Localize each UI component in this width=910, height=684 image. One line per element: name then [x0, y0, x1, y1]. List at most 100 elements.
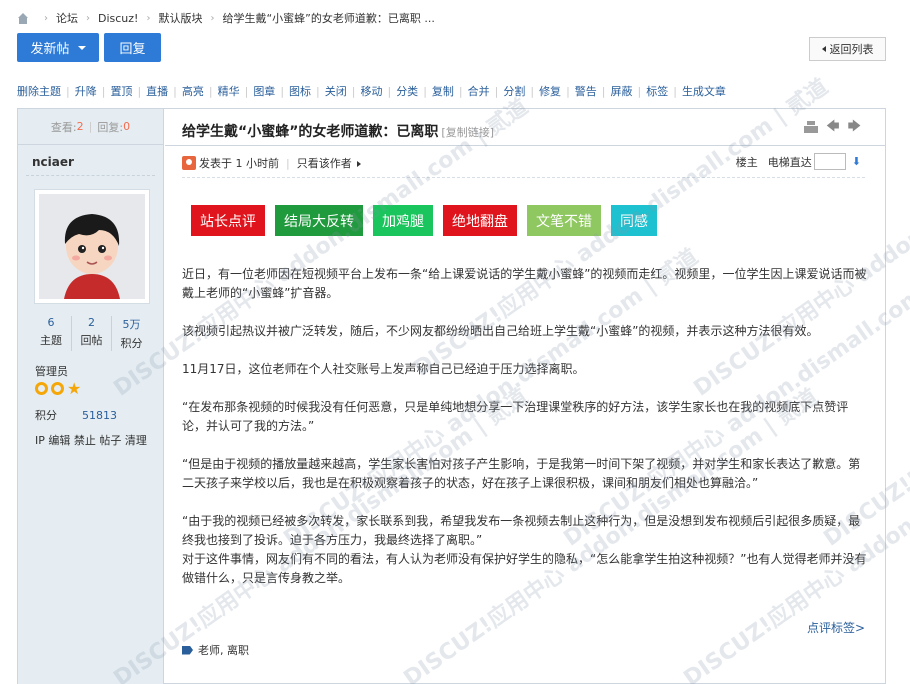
divider: |: [387, 84, 392, 98]
divider: [26, 175, 155, 176]
divider: |: [280, 84, 285, 98]
rate-tags-link[interactable]: 点评标签>: [807, 619, 865, 636]
divider: [165, 145, 885, 146]
avatar[interactable]: [34, 189, 150, 304]
admin-links[interactable]: IP 编辑 禁止 帖子 清理: [35, 432, 147, 448]
mod-action[interactable]: 移动: [360, 83, 382, 99]
rating-button[interactable]: 文笔不错: [527, 205, 601, 236]
posted-time: 发表于 1 小时前: [199, 157, 279, 170]
views-count: 2: [76, 120, 84, 133]
floor-label: 楼主: [735, 155, 758, 169]
mod-action[interactable]: 高亮: [182, 83, 204, 99]
new-post-label: 发新帖: [30, 42, 70, 57]
star-icon: ★: [67, 379, 82, 398]
reply-button[interactable]: 回复: [104, 33, 161, 62]
post-meta: 发表于 1 小时前 | 只看该作者: [182, 155, 361, 171]
post-paragraph: “由于我的视频已经被多次转发，家长联系到我，希望我发布一条视频去制止这种行为，但…: [182, 514, 861, 547]
stat-value: 2: [88, 316, 95, 329]
mod-action[interactable]: 关闭: [325, 83, 347, 99]
avatar-illustration: [39, 194, 145, 299]
post-paragraph: 近日，有一位老师因在短视频平台上发布一条“给上课爱说话的学生戴小蜜蜂”的视频而走…: [182, 267, 867, 300]
credits: 积分 51813: [35, 407, 117, 423]
rating-button[interactable]: 加鸡腿: [373, 205, 433, 236]
page-title: 给学生戴“小蜜蜂”的女老师道歉：已离职: [182, 124, 439, 140]
stat-credits[interactable]: 5万 积分: [111, 316, 151, 351]
divider: |: [137, 84, 142, 98]
post-paragraph: 该视频引起热议并被广泛转发，随后，不少网友都纷纷晒出自己给班上学生戴“小蜜蜂”的…: [182, 324, 819, 338]
rating-button[interactable]: 站长点评: [191, 205, 265, 236]
breadcrumb-thread[interactable]: 给学生戴“小蜜蜂”的女老师道歉：已离职 ...: [222, 10, 434, 26]
breadcrumb-separator: ›: [44, 12, 48, 24]
rating-button[interactable]: 绝地翻盘: [443, 205, 517, 236]
divider: |: [530, 84, 535, 98]
breadcrumb-separator: ›: [210, 12, 215, 24]
stat-posts[interactable]: 2 回帖: [71, 316, 111, 351]
mod-action[interactable]: 警告: [575, 83, 597, 99]
mod-action[interactable]: 标签: [646, 83, 668, 99]
post-title-row: 给学生戴“小蜜蜂”的女老师道歉：已离职 [复制链接]: [182, 121, 494, 141]
rank-stars: ★: [35, 379, 82, 398]
author-username[interactable]: nciaer: [32, 155, 74, 169]
mod-action[interactable]: 精华: [218, 83, 240, 99]
breadcrumb-discuz[interactable]: Discuz!: [98, 12, 138, 25]
post-paragraph: 11月17日，这位老师在个人社交账号上发声称自己已经迫于压力选择离职。: [182, 362, 585, 376]
divider: |: [316, 84, 320, 98]
tag-links[interactable]: 老师, 离职: [198, 642, 249, 658]
divider: |: [208, 84, 213, 98]
divider: |: [673, 84, 677, 98]
breadcrumb-default-board[interactable]: 默认版块: [158, 10, 202, 26]
prev-thread-icon[interactable]: 🡄: [826, 120, 839, 133]
post-paragraph: “但是由于视频的播放量越来越高，学生家长害怕对孩子产生影响，于是我第一时间下架了…: [182, 457, 861, 490]
credits-value[interactable]: 51813: [82, 409, 117, 422]
mod-action[interactable]: 删除主题: [17, 83, 61, 99]
divider: |: [351, 84, 356, 98]
stat-threads[interactable]: 6 主题: [31, 316, 71, 351]
divider: |: [458, 84, 463, 98]
back-to-list-button[interactable]: 返回列表: [809, 37, 886, 61]
print-icon[interactable]: [804, 121, 819, 133]
breadcrumb-separator: ›: [86, 12, 90, 24]
author-sidebar: 查看: 2 | 回复: 0 nciaer 6 主题 2 回帖 5万 积分 管理员…: [18, 109, 164, 684]
author-stats: 6 主题 2 回帖 5万 积分: [18, 316, 164, 351]
chevron-left-icon: [821, 46, 826, 52]
title-tools: 🡄 🡆: [804, 120, 861, 133]
breadcrumb: › 论坛 › Discuz! › 默认版块 › 给学生戴“小蜜蜂”的女老师道歉：…: [17, 10, 435, 26]
divider: [182, 177, 865, 178]
rating-buttons: 站长点评 结局大反转 加鸡腿 绝地翻盘 文笔不错 同感: [191, 205, 667, 236]
mod-action[interactable]: 分割: [503, 83, 525, 99]
new-post-button[interactable]: 发新帖: [17, 33, 99, 62]
credits-label: 积分: [35, 409, 57, 422]
mod-action[interactable]: 分类: [396, 83, 418, 99]
ring-icon: [35, 382, 48, 395]
mod-action[interactable]: 生成文章: [682, 83, 726, 99]
home-icon[interactable]: [17, 12, 29, 24]
online-status-icon: [182, 156, 196, 170]
back-label: 返回列表: [829, 43, 874, 56]
arrow-down-icon[interactable]: ⬇: [852, 155, 861, 168]
mod-action[interactable]: 合并: [468, 83, 490, 99]
mod-action[interactable]: 图标: [289, 83, 311, 99]
chevron-right-icon: [356, 161, 361, 167]
mod-action[interactable]: 置顶: [110, 83, 132, 99]
user-group[interactable]: 管理员: [35, 363, 68, 379]
mod-action[interactable]: 图章: [253, 83, 275, 99]
stat-value: 5万: [122, 318, 141, 331]
stat-value: 6: [47, 316, 55, 329]
mod-action[interactable]: 直播: [146, 83, 168, 99]
divider: |: [101, 84, 106, 98]
breadcrumb-forum[interactable]: 论坛: [56, 10, 78, 26]
rating-button[interactable]: 结局大反转: [275, 205, 363, 236]
mod-action[interactable]: 升降: [75, 83, 97, 99]
mod-action[interactable]: 屏蔽: [611, 83, 633, 99]
rating-button[interactable]: 同感: [611, 205, 657, 236]
floor-input[interactable]: [813, 153, 846, 170]
divider: |: [566, 84, 570, 98]
author-only-link[interactable]: 只看该作者: [297, 155, 361, 171]
mod-action[interactable]: 复制: [432, 83, 454, 99]
copy-link-button[interactable]: [复制链接]: [441, 126, 494, 139]
divider: |: [423, 84, 427, 98]
jump-label: 电梯直达: [767, 155, 812, 169]
mod-action[interactable]: 修复: [539, 83, 561, 99]
next-thread-icon[interactable]: 🡆: [848, 120, 861, 133]
chevron-down-icon: [77, 45, 86, 50]
